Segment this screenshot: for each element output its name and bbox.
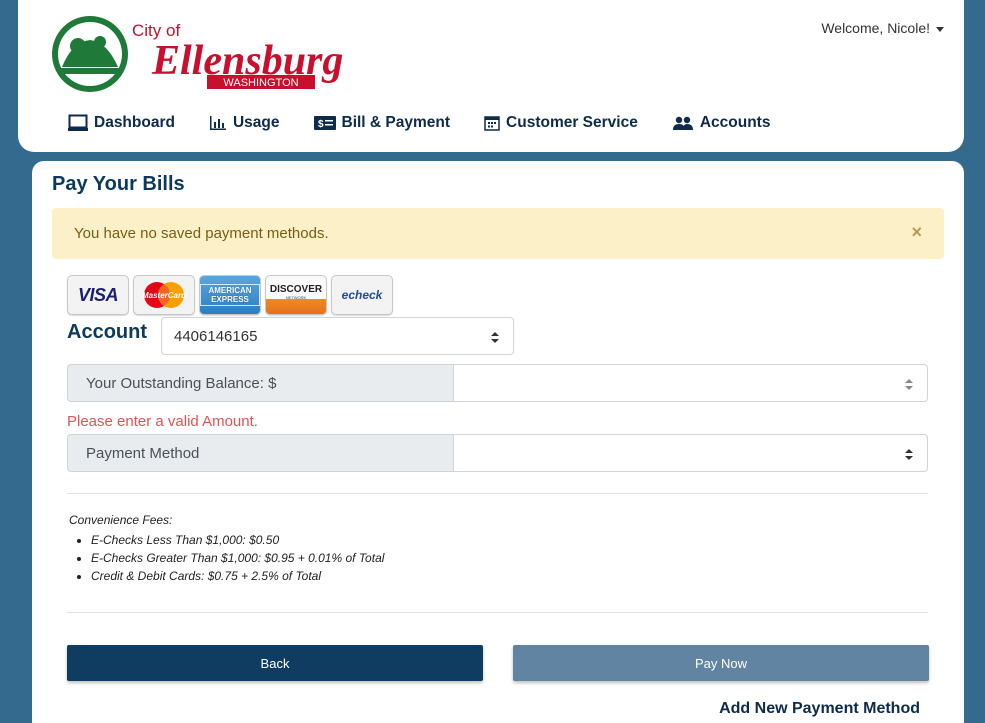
- fee-item: E-Checks Greater Than $1,000: $0.95 + 0.…: [91, 549, 384, 567]
- nav-bill-payment[interactable]: $ Bill & Payment: [313, 114, 451, 132]
- account-select-value: 4406146165: [174, 327, 258, 345]
- money-bill-icon: $: [313, 116, 336, 130]
- users-icon: [672, 116, 693, 130]
- user-menu[interactable]: Welcome, Nicole!: [821, 20, 944, 36]
- balance-label: Your Outstanding Balance: $: [67, 364, 454, 402]
- monitor-icon: [68, 114, 88, 131]
- account-label: Account: [67, 321, 147, 343]
- caret-down-icon: [936, 26, 944, 32]
- nav-usage[interactable]: Usage: [209, 114, 280, 132]
- balance-input-group: Your Outstanding Balance: $: [67, 364, 928, 402]
- svg-text:MasterCard: MasterCard: [142, 291, 187, 300]
- city-logo[interactable]: City of Ellensburg WASHINGTON: [52, 12, 392, 96]
- amount-error: Please enter a valid Amount.: [67, 413, 258, 430]
- amount-input[interactable]: [454, 364, 928, 402]
- bar-chart-icon: [209, 116, 226, 130]
- nav-customer-service-label: Customer Service: [506, 114, 638, 131]
- no-payment-methods-alert: You have no saved payment methods. ×: [52, 208, 944, 259]
- discover-logo: DISCOVER NETWORK: [265, 275, 327, 315]
- svg-text:$: $: [318, 119, 324, 130]
- nav-bill-payment-label: Bill & Payment: [341, 114, 451, 131]
- add-payment-method-link[interactable]: Add New Payment Method: [719, 700, 920, 718]
- payment-method-group: Payment Method: [67, 434, 928, 472]
- divider: [67, 612, 928, 613]
- header-card: City of Ellensburg WASHINGTON Welcome, N…: [18, 0, 964, 152]
- nav-customer-service[interactable]: Customer Service: [484, 114, 638, 132]
- spinner-arrows-icon[interactable]: [905, 379, 913, 390]
- visa-logo: VISA: [67, 275, 129, 315]
- payment-method-select[interactable]: [454, 434, 928, 472]
- close-icon[interactable]: ×: [911, 222, 922, 243]
- payment-method-label: Payment Method: [67, 434, 454, 472]
- nav-dashboard[interactable]: Dashboard: [68, 114, 175, 132]
- fee-item: Credit & Debit Cards: $0.75 + 2.5% of To…: [91, 567, 384, 585]
- accepted-payment-logos: VISA MasterCard AMERICAN EXPRESS DISCOVE…: [67, 275, 393, 315]
- nav-accounts-label: Accounts: [699, 114, 771, 131]
- account-select[interactable]: 4406146165: [161, 317, 514, 355]
- welcome-text: Welcome, Nicole!: [821, 20, 930, 36]
- calendar-icon: [484, 116, 500, 131]
- pay-now-button[interactable]: Pay Now: [513, 645, 929, 681]
- logo-state: WASHINGTON: [223, 77, 298, 89]
- fee-item: E-Checks Less Than $1,000: $0.50: [91, 531, 384, 549]
- fees-heading: Convenience Fees:: [69, 513, 173, 527]
- back-button[interactable]: Back: [67, 645, 483, 681]
- nav-dashboard-label: Dashboard: [94, 114, 175, 131]
- nav-accounts[interactable]: Accounts: [672, 114, 771, 132]
- page-title: Pay Your Bills: [52, 173, 185, 195]
- main-card: Pay Your Bills You have no saved payment…: [32, 161, 964, 723]
- select-arrows-icon: [905, 449, 913, 460]
- divider: [67, 493, 928, 494]
- amex-logo: AMERICAN EXPRESS: [199, 275, 261, 315]
- main-nav: Dashboard Usage $ Bill & Payment Custome…: [68, 114, 804, 132]
- nav-usage-label: Usage: [232, 114, 280, 131]
- mastercard-logo: MasterCard: [133, 275, 195, 315]
- echeck-logo: echeck: [331, 275, 393, 315]
- convenience-fees: Convenience Fees: E-Checks Less Than $1,…: [69, 513, 384, 585]
- select-arrows-icon: [491, 332, 499, 343]
- alert-text: You have no saved payment methods.: [74, 225, 329, 242]
